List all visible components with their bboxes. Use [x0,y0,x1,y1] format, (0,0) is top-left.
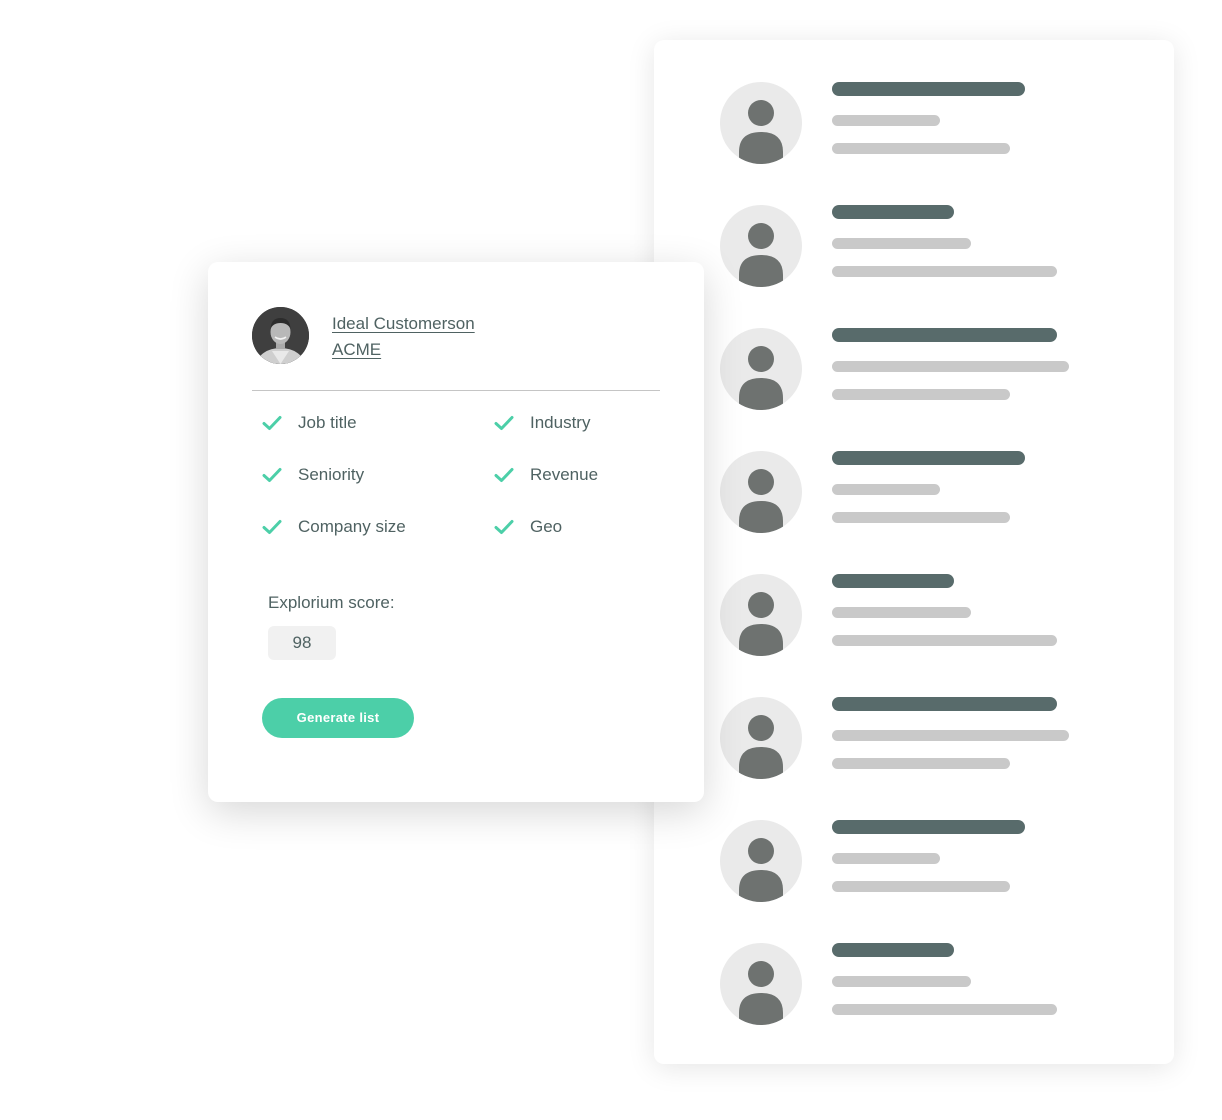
skeleton-detail-line [832,635,1057,646]
person-photo-icon [252,307,309,364]
score-value-badge: 98 [268,626,336,660]
skeleton-subtitle-line [832,238,971,249]
list-item [654,943,1174,1027]
skeleton-title-line [832,574,954,588]
list-item [654,205,1174,289]
user-icon [739,715,783,779]
list-item [654,697,1174,781]
user-icon [739,346,783,410]
criterion-company-size: Company size [262,515,406,539]
criterion-industry: Industry [494,411,590,435]
results-list-panel [654,40,1174,1064]
list-item [654,574,1174,658]
user-avatar [720,574,802,656]
skeleton-subtitle-line [832,853,940,864]
check-icon [262,520,282,534]
stage: Ideal Customerson ACME Job title Industr… [0,0,1222,1120]
criterion-label: Revenue [530,465,599,484]
skeleton-subtitle-line [832,730,1069,741]
user-avatar [720,205,802,287]
skeleton-detail-line [832,881,1010,892]
criterion-geo: Geo [494,515,562,539]
user-avatar [720,451,802,533]
skeleton-subtitle-line [832,976,971,987]
user-icon [739,223,783,287]
check-icon [262,416,282,430]
skeleton-subtitle-line [832,361,1069,372]
user-avatar [720,820,802,902]
criterion-label: Geo [530,517,563,536]
divider [252,390,660,391]
profile-card: Ideal Customerson ACME Job title Industr… [208,262,704,802]
skeleton-detail-line [832,1004,1057,1015]
user-avatar [720,943,802,1025]
user-avatar [720,328,802,410]
skeleton-title-line [832,820,1025,834]
user-avatar [720,82,802,164]
profile-avatar [252,307,309,364]
user-icon [739,469,783,533]
skeleton-title-line [832,82,1025,96]
skeleton-detail-line [832,143,1010,154]
profile-name-link[interactable]: Ideal Customerson [332,314,475,334]
check-icon [494,468,514,482]
skeleton-title-line [832,205,954,219]
skeleton-title-line [832,943,954,957]
user-icon [739,100,783,164]
criterion-seniority: Seniority [262,463,364,487]
skeleton-subtitle-line [832,115,940,126]
list-item [654,82,1174,166]
skeleton-subtitle-line [832,607,971,618]
criterion-label: Industry [530,413,591,432]
skeleton-detail-line [832,512,1010,523]
criterion-label: Job title [298,413,357,432]
generate-list-button[interactable]: Generate list [262,698,414,738]
check-icon [494,416,514,430]
user-avatar [720,697,802,779]
list-item [654,820,1174,904]
criterion-label: Company size [298,517,406,536]
list-item [654,451,1174,535]
skeleton-detail-line [832,389,1010,400]
skeleton-detail-line [832,266,1057,277]
skeleton-title-line [832,697,1057,711]
skeleton-title-line [832,328,1057,342]
skeleton-title-line [832,451,1025,465]
criterion-label: Seniority [298,465,365,484]
list-item [654,328,1174,412]
user-icon [739,838,783,902]
skeleton-subtitle-line [832,484,940,495]
skeleton-detail-line [832,758,1010,769]
check-icon [494,520,514,534]
score-label: Explorium score: [268,593,395,612]
criterion-revenue: Revenue [494,463,598,487]
criterion-job-title: Job title [262,411,357,435]
profile-company-link[interactable]: ACME [332,340,381,360]
check-icon [262,468,282,482]
user-icon [739,592,783,656]
user-icon [739,961,783,1025]
